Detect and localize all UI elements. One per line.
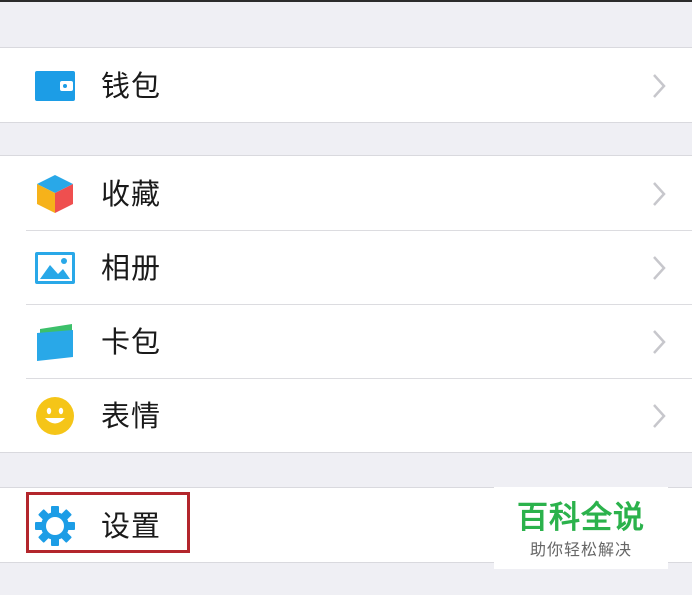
watermark-subtitle: 助你轻松解决 <box>529 540 632 559</box>
card-package-icon <box>34 321 76 363</box>
album-icon <box>34 247 76 289</box>
chevron-right-icon <box>648 72 670 100</box>
menu-item-card-package[interactable]: 卡包 <box>0 304 692 378</box>
menu-item-label: 相册 <box>101 251 162 285</box>
group-features: 收藏 相册 卡包 表情 <box>0 155 692 453</box>
chevron-right-icon <box>648 402 670 430</box>
emoji-smiley-icon <box>34 395 76 437</box>
menu-item-label: 表情 <box>101 399 162 433</box>
menu-item-label: 收藏 <box>101 177 162 211</box>
settings-highlight-box <box>26 492 190 553</box>
watermark-logo: 百科全说 助你轻松解决 <box>494 487 668 569</box>
wallet-icon <box>34 65 76 107</box>
menu-item-stickers[interactable]: 表情 <box>0 378 692 452</box>
menu-item-wallet[interactable]: 钱包 <box>0 48 692 122</box>
chevron-right-icon <box>648 328 670 356</box>
top-divider <box>0 0 692 2</box>
menu-item-album[interactable]: 相册 <box>0 230 692 304</box>
watermark-title: 百科全说 <box>517 500 645 536</box>
menu-item-favorites[interactable]: 收藏 <box>0 156 692 230</box>
chevron-right-icon <box>648 180 670 208</box>
favorites-cube-icon <box>34 173 76 215</box>
group-wallet: 钱包 <box>0 47 692 123</box>
menu-item-label: 卡包 <box>101 325 162 359</box>
menu-item-label: 钱包 <box>101 69 162 103</box>
chevron-right-icon <box>648 254 670 282</box>
